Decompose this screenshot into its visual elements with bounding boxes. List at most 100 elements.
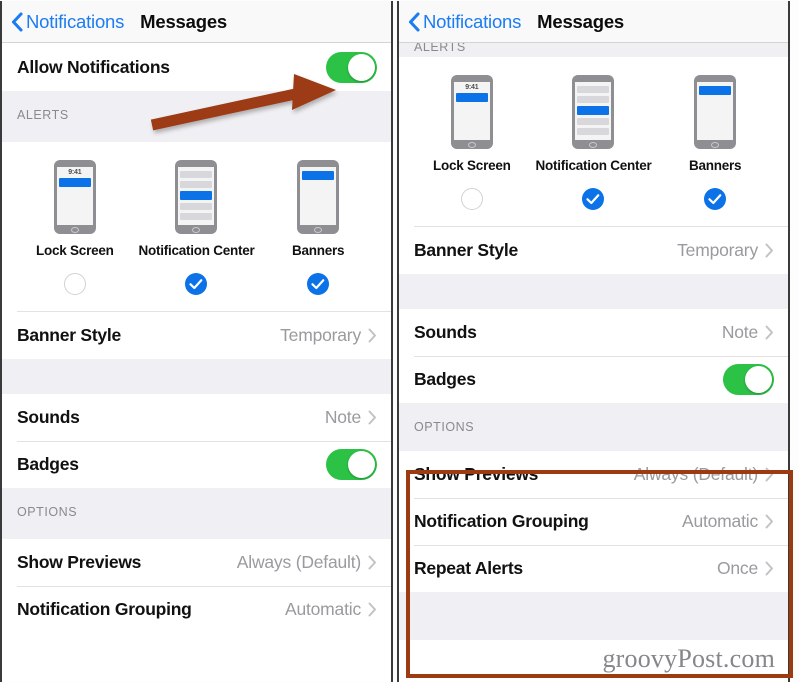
row-repeat-alerts[interactable]: Repeat Alerts Once xyxy=(399,545,788,592)
alert-option-lock-screen[interactable]: 9:41 Lock Screen xyxy=(412,75,532,173)
placeholder-bar xyxy=(180,213,213,220)
left-phone-panel: Notifications Messages Allow Notificatio… xyxy=(0,1,393,682)
chevron-right-icon xyxy=(368,555,377,570)
row-value: Always (Default) xyxy=(236,552,361,572)
row-label: Badges xyxy=(414,369,476,389)
phone-mockup-lock-screen: 9:41 xyxy=(53,160,96,234)
right-navigation-bar: Notifications Messages xyxy=(399,1,788,43)
page-title: Messages xyxy=(537,10,625,32)
row-notification-grouping[interactable]: Notification Grouping Automatic xyxy=(399,498,788,545)
row-sounds[interactable]: Sounds Note xyxy=(2,394,391,441)
phone-mockup-banners xyxy=(694,75,737,149)
row-show-previews[interactable]: Show Previews Always (Default) xyxy=(399,451,788,498)
toggle-knob xyxy=(745,366,772,393)
alert-option-label: Lock Screen xyxy=(36,243,114,258)
phone-mockup-notification-center xyxy=(175,160,218,234)
home-button-icon xyxy=(467,141,476,148)
back-button-label[interactable]: Notifications xyxy=(423,11,521,33)
allow-notifications-toggle[interactable] xyxy=(326,51,377,83)
phone-mockup-notification-center xyxy=(572,75,615,149)
row-value: Temporary xyxy=(280,325,361,345)
row-value: Automatic xyxy=(284,599,361,619)
chevron-right-icon xyxy=(765,514,774,529)
row-value: Always (Default) xyxy=(633,464,758,484)
options-section-header: OPTIONS xyxy=(399,403,788,451)
checkbox-cell-banners xyxy=(655,188,775,210)
row-value: Automatic xyxy=(681,511,758,531)
home-button-icon xyxy=(192,226,201,233)
row-banner-style[interactable]: Banner Style Temporary xyxy=(399,227,788,274)
alert-option-banners[interactable]: Banners xyxy=(655,75,775,173)
alert-style-previews: 9:41 Lock Screen Notification Center Ban… xyxy=(399,75,788,173)
row-value: Note xyxy=(324,407,361,427)
notification-bar xyxy=(302,171,335,180)
badges-toggle[interactable] xyxy=(723,364,774,395)
watermark: groovyPost.com xyxy=(602,644,775,673)
section-gap xyxy=(399,274,788,309)
badges-toggle[interactable] xyxy=(326,449,377,480)
row-label: Notification Grouping xyxy=(414,511,589,531)
row-allow-notifications[interactable]: Allow Notifications xyxy=(2,43,391,91)
row-badges[interactable]: Badges xyxy=(2,441,391,488)
row-show-previews[interactable]: Show Previews Always (Default) xyxy=(2,539,391,586)
back-button-label[interactable]: Notifications xyxy=(26,11,124,33)
row-label: Badges xyxy=(17,454,79,474)
row-sounds[interactable]: Sounds Note xyxy=(399,309,788,356)
checkbox-lock-screen[interactable] xyxy=(63,273,86,295)
checkbox-cell-notification-center xyxy=(533,188,653,210)
alert-style-checkboxes xyxy=(2,258,391,311)
checkbox-cell-notification-center xyxy=(136,273,256,295)
placeholder-bar xyxy=(577,128,610,135)
row-banner-style[interactable]: Banner Style Temporary xyxy=(2,312,391,359)
checkbox-banners[interactable] xyxy=(307,273,330,295)
placeholder-bar xyxy=(577,118,610,125)
alert-option-lock-screen[interactable]: 9:41 Lock Screen xyxy=(15,160,135,258)
notification-bar xyxy=(577,106,610,115)
alert-option-label: Lock Screen xyxy=(433,158,511,173)
chevron-right-icon xyxy=(368,410,377,425)
back-chevron-icon[interactable] xyxy=(11,11,23,32)
row-label: Repeat Alerts xyxy=(414,558,523,578)
checkbox-cell-lock-screen xyxy=(15,273,135,295)
home-button-icon xyxy=(70,226,79,233)
alert-option-label: Notification Center xyxy=(535,158,652,173)
notification-bar xyxy=(699,86,732,95)
home-button-icon xyxy=(711,141,720,148)
alert-option-banners[interactable]: Banners xyxy=(258,160,378,258)
alert-option-label: Banners xyxy=(292,243,345,258)
checkbox-notification-center[interactable] xyxy=(582,188,605,210)
alert-option-label: Banners xyxy=(689,158,742,173)
section-gap-bottom xyxy=(399,592,788,640)
row-notification-grouping[interactable]: Notification Grouping Automatic xyxy=(2,586,391,633)
lock-screen-time: 9:41 xyxy=(68,169,82,176)
row-label: Banner Style xyxy=(17,325,121,345)
row-label: Banner Style xyxy=(414,240,518,260)
notification-bar xyxy=(455,93,488,102)
alert-style-checkboxes xyxy=(399,173,788,226)
back-chevron-icon[interactable] xyxy=(408,11,420,32)
placeholder-bar xyxy=(577,96,610,103)
alerts-section-header-clipped: ALERTS xyxy=(399,43,788,57)
checkbox-notification-center[interactable] xyxy=(185,273,208,295)
row-label: Notification Grouping xyxy=(17,599,192,619)
home-button-icon xyxy=(589,141,598,148)
row-badges[interactable]: Badges xyxy=(399,356,788,403)
row-label: Sounds xyxy=(414,322,477,342)
notification-bar xyxy=(58,178,91,187)
alerts-section-header: ALERTS xyxy=(2,91,391,142)
chevron-right-icon xyxy=(765,325,774,340)
checkbox-banners[interactable] xyxy=(704,188,727,210)
page-title: Messages xyxy=(140,10,228,32)
checkbox-lock-screen[interactable] xyxy=(460,188,483,210)
row-label: Show Previews xyxy=(414,464,539,484)
options-section-header: OPTIONS xyxy=(2,488,391,539)
lock-screen-time: 9:41 xyxy=(465,84,479,91)
section-gap xyxy=(2,359,391,394)
alert-option-notification-center[interactable]: Notification Center xyxy=(136,160,256,258)
alert-style-picker: 9:41 Lock Screen Notification Center Ban… xyxy=(399,57,788,227)
alert-style-previews: 9:41 Lock Screen Notification Center Ban… xyxy=(2,160,391,258)
row-label: Show Previews xyxy=(17,552,142,572)
alert-option-notification-center[interactable]: Notification Center xyxy=(533,75,653,173)
alert-option-label: Notification Center xyxy=(138,243,255,258)
toggle-knob xyxy=(348,451,375,478)
